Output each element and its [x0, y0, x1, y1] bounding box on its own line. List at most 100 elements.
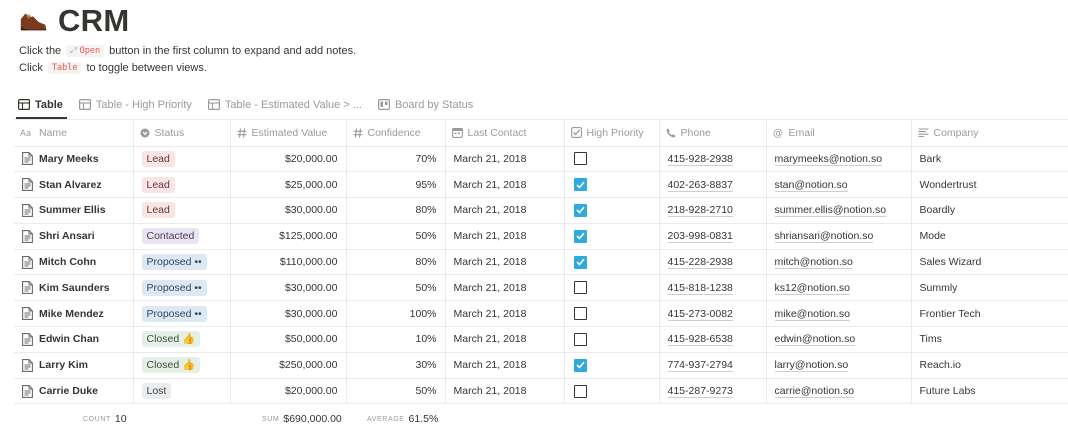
confidence-cell[interactable]: 50%	[346, 274, 446, 302]
table-row[interactable]: Kim Saunders Proposed •• $30,000.00 50% Marc…	[14, 274, 1068, 302]
column-header-status[interactable]: Status	[133, 120, 231, 147]
email-cell[interactable]: mike@notion.so	[766, 300, 912, 328]
table-row[interactable]: Shri Ansari Contacted $125,000.00 50% March …	[14, 223, 1068, 250]
high-priority-checkbox[interactable]	[573, 281, 587, 295]
phone-link[interactable]: 415-228-2938	[667, 256, 733, 270]
high-priority-checkbox[interactable]	[573, 152, 587, 166]
phone-link[interactable]: 402-263-8837	[667, 178, 733, 192]
phone-cell[interactable]: 402-263-8837	[659, 171, 767, 199]
company-cell[interactable]: Tims	[911, 326, 1068, 353]
phone-cell[interactable]: 415-818-1238	[659, 274, 767, 302]
high-priority-checkbox[interactable]	[573, 307, 587, 321]
last-contact-cell[interactable]: March 21, 2018	[445, 274, 565, 302]
name-cell[interactable]: Summer Ellis	[14, 197, 134, 224]
column-header-phone[interactable]: Phone	[659, 120, 767, 147]
last-contact-cell[interactable]: March 21, 2018	[445, 300, 565, 328]
phone-cell[interactable]: 774-937-2794	[659, 352, 767, 379]
column-header-email[interactable]: @ Email	[766, 120, 912, 147]
high-priority-checkbox[interactable]	[573, 384, 587, 398]
column-header-company[interactable]: Company	[911, 120, 1068, 147]
confidence-cell[interactable]: 80%	[346, 197, 446, 224]
phone-cell[interactable]: 415-287-9273	[659, 378, 767, 405]
confidence-cell[interactable]: 50%	[346, 223, 446, 250]
company-cell[interactable]: Boardly	[911, 197, 1068, 224]
email-link[interactable]: shriansari@notion.so	[774, 230, 874, 244]
phone-link[interactable]: 774-937-2794	[667, 359, 733, 373]
table-row[interactable]: Summer Ellis Lead $30,000.00 80% March 21, 2…	[14, 197, 1068, 224]
name-cell[interactable]: Shri Ansari	[14, 223, 134, 250]
column-header-name[interactable]: Aa Name	[14, 120, 134, 147]
company-cell[interactable]: Future Labs	[911, 378, 1068, 405]
name-cell[interactable]: Stan Alvarez	[14, 171, 134, 199]
high-priority-checkbox[interactable]	[573, 358, 587, 372]
high-priority-checkbox[interactable]	[573, 332, 587, 346]
email-cell[interactable]: stan@notion.so	[766, 171, 912, 199]
email-cell[interactable]: summer.ellis@notion.so	[766, 197, 912, 224]
estimated-value-cell[interactable]: $110,000.00	[230, 249, 347, 276]
confidence-cell[interactable]: 50%	[346, 378, 446, 405]
last-contact-cell[interactable]: March 21, 2018	[445, 378, 565, 405]
table-row[interactable]: Mary Meeks Lead $20,000.00 70% March 21, 201…	[14, 146, 1068, 173]
last-contact-cell[interactable]: March 21, 2018	[445, 223, 565, 250]
company-cell[interactable]: Wondertrust	[911, 171, 1068, 199]
table-row[interactable]: Edwin Chan Closed 👍 $50,000.00 10% March 21,…	[14, 326, 1068, 353]
name-cell[interactable]: Kim Saunders	[14, 274, 134, 302]
estimated-value-cell[interactable]: $125,000.00	[230, 223, 347, 250]
name-cell[interactable]: Mitch Cohn	[14, 249, 134, 276]
phone-link[interactable]: 218-928-2710	[667, 204, 733, 218]
status-cell[interactable]: Proposed ••	[133, 274, 231, 302]
confidence-cell[interactable]: 30%	[346, 352, 446, 379]
confidence-cell[interactable]: 95%	[346, 171, 446, 199]
high-priority-checkbox[interactable]	[573, 255, 587, 269]
status-cell[interactable]: Lead	[133, 146, 231, 173]
email-link[interactable]: stan@notion.so	[774, 178, 848, 192]
email-link[interactable]: larry@notion.so	[774, 359, 849, 373]
phone-link[interactable]: 415-273-0082	[667, 307, 733, 321]
company-cell[interactable]: Mode	[911, 223, 1068, 250]
confidence-cell[interactable]: 70%	[346, 146, 446, 173]
confidence-cell[interactable]: 100%	[346, 300, 446, 328]
phone-link[interactable]: 415-928-2938	[667, 152, 733, 166]
last-contact-cell[interactable]: March 21, 2018	[445, 326, 565, 353]
email-link[interactable]: mitch@notion.so	[774, 256, 853, 270]
estimated-value-cell[interactable]: $50,000.00	[230, 326, 347, 353]
phone-link[interactable]: 415-818-1238	[667, 281, 733, 295]
column-header-high-priority[interactable]: High Priority	[564, 120, 660, 147]
company-cell[interactable]: Summly	[911, 274, 1068, 302]
email-cell[interactable]: ks12@notion.so	[766, 274, 912, 302]
table-row[interactable]: Stan Alvarez Lead $25,000.00 95% March 21, 2…	[14, 171, 1068, 199]
tab-table[interactable]: Table	[18, 94, 63, 115]
email-link[interactable]: summer.ellis@notion.so	[774, 204, 887, 218]
company-cell[interactable]: Sales Wizard	[911, 249, 1068, 276]
status-cell[interactable]: Closed 👍	[133, 326, 231, 353]
name-cell[interactable]: Mike Mendez	[14, 300, 134, 328]
confidence-cell[interactable]: 10%	[346, 326, 446, 353]
company-cell[interactable]: Reach.io	[911, 352, 1068, 379]
high-priority-checkbox[interactable]	[573, 203, 587, 217]
last-contact-cell[interactable]: March 21, 2018	[445, 249, 565, 276]
estimated-value-cell[interactable]: $30,000.00	[230, 197, 347, 224]
phone-cell[interactable]: 415-928-6538	[659, 326, 767, 353]
name-cell[interactable]: Edwin Chan	[14, 326, 134, 353]
status-cell[interactable]: Lost	[133, 378, 231, 405]
high-priority-checkbox[interactable]	[573, 178, 587, 192]
phone-cell[interactable]: 415-228-2938	[659, 249, 767, 276]
count-aggregate[interactable]: COUNT 10	[83, 406, 127, 432]
email-cell[interactable]: shriansari@notion.so	[766, 223, 912, 250]
table-row[interactable]: Carrie Duke Lost $20,000.00 50% March 21, 20…	[14, 378, 1068, 405]
table-row[interactable]: Larry Kim Closed 👍 $250,000.00 30% March 21,…	[14, 352, 1068, 379]
column-header-last-contact[interactable]: Last Contact	[445, 120, 565, 147]
phone-link[interactable]: 415-287-9273	[667, 385, 733, 399]
last-contact-cell[interactable]: March 21, 2018	[445, 352, 565, 379]
email-link[interactable]: carrie@notion.so	[774, 385, 855, 399]
email-cell[interactable]: marymeeks@notion.so	[766, 146, 912, 173]
estimated-value-cell[interactable]: $30,000.00	[230, 300, 347, 328]
tab-table-high-priority[interactable]: Table - High Priority	[78, 94, 192, 115]
estimated-value-cell[interactable]: $20,000.00	[230, 378, 347, 405]
tab-table-estimated-value[interactable]: Table - Estimated Value > ...	[207, 94, 362, 115]
email-cell[interactable]: carrie@notion.so	[766, 378, 912, 405]
table-row[interactable]: Mike Mendez Proposed •• $30,000.00 100% Marc…	[14, 300, 1068, 328]
phone-cell[interactable]: 415-928-2938	[659, 146, 767, 173]
sum-aggregate[interactable]: SUM $690,000.00	[262, 406, 342, 432]
column-header-confidence[interactable]: Confidence	[346, 120, 446, 147]
